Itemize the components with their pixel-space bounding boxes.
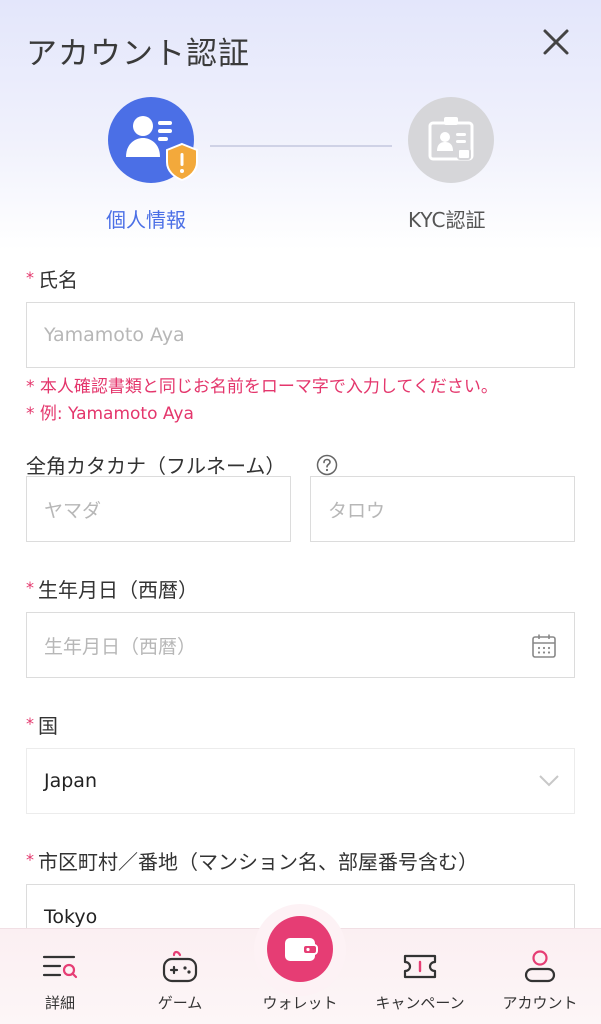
user-icon <box>524 950 556 983</box>
address-input-value: Tokyo <box>44 906 98 928</box>
name-hint-2: * 例: Yamamoto Aya <box>26 404 194 424</box>
step-kyc-circle <box>408 97 494 183</box>
nav-label-account: アカウント <box>502 994 578 1012</box>
country-label: * 国 <box>26 710 58 739</box>
katakana-last-name-input[interactable]: ヤマダ <box>26 476 291 542</box>
required-mark: * <box>26 268 34 287</box>
country-label-text: 国 <box>38 714 58 738</box>
required-mark: * <box>26 714 34 733</box>
wallet-button[interactable] <box>267 916 333 982</box>
nav-item-campaign[interactable]: キャンペーン <box>365 929 475 1024</box>
katakana-last-placeholder: ヤマダ <box>44 499 102 522</box>
gamepad-icon <box>162 950 198 983</box>
help-button[interactable] <box>316 454 338 476</box>
list-search-icon <box>42 955 78 979</box>
country-select-value: Japan <box>44 770 97 792</box>
nav-item-account[interactable]: アカウント <box>485 929 595 1024</box>
stepper-connector <box>210 145 392 147</box>
page-title: アカウント認証 <box>26 36 250 72</box>
katakana-label: 全角カタカナ（フルネーム） <box>26 454 286 478</box>
question-circle-icon <box>316 454 338 476</box>
required-mark: * <box>26 850 34 869</box>
birthdate-input[interactable]: 生年月日（西暦） <box>26 612 575 678</box>
katakana-first-name-input[interactable]: タロウ <box>310 476 575 542</box>
birthdate-label-text: 生年月日（西暦） <box>38 578 198 602</box>
wallet-icon <box>285 938 318 961</box>
address-label: * 市区町村／番地（マンション名、部屋番号含む） <box>26 846 478 875</box>
birthdate-placeholder: 生年月日（西暦） <box>44 635 197 658</box>
country-select[interactable]: Japan <box>26 748 575 814</box>
chevron-down-icon <box>539 775 559 787</box>
nav-item-details[interactable]: 詳細 <box>5 929 115 1024</box>
warning-shield-icon <box>166 142 198 182</box>
name-input-placeholder: Yamamoto Aya <box>44 324 185 346</box>
required-mark: * <box>26 578 34 597</box>
nav-label-games: ゲーム <box>157 994 203 1012</box>
birthdate-label: * 生年月日（西暦） <box>26 574 198 603</box>
name-label: * 氏名 <box>26 264 78 293</box>
nav-item-games[interactable]: ゲーム <box>125 929 235 1024</box>
page-header: アカウント認証 <box>0 0 601 92</box>
nav-label-campaign: キャンペーン <box>375 994 465 1012</box>
address-label-text: 市区町村／番地（マンション名、部屋番号含む） <box>38 850 478 874</box>
close-icon <box>543 29 569 55</box>
step-kyc-label: KYC認証 <box>408 208 486 232</box>
name-label-text: 氏名 <box>38 268 78 292</box>
ticket-icon <box>403 954 437 979</box>
calendar-icon[interactable] <box>531 633 557 659</box>
id-card-icon <box>428 117 474 161</box>
close-button[interactable] <box>538 24 574 60</box>
name-hint-1: * 本人確認書類と同じお名前をローマ字で入力してください。 <box>26 377 498 397</box>
katakana-first-placeholder: タロウ <box>328 499 386 522</box>
step-personal-info-label: 個人情報 <box>106 208 186 232</box>
name-input[interactable]: Yamamoto Aya <box>26 302 575 368</box>
nav-label-details: 詳細 <box>44 994 75 1012</box>
